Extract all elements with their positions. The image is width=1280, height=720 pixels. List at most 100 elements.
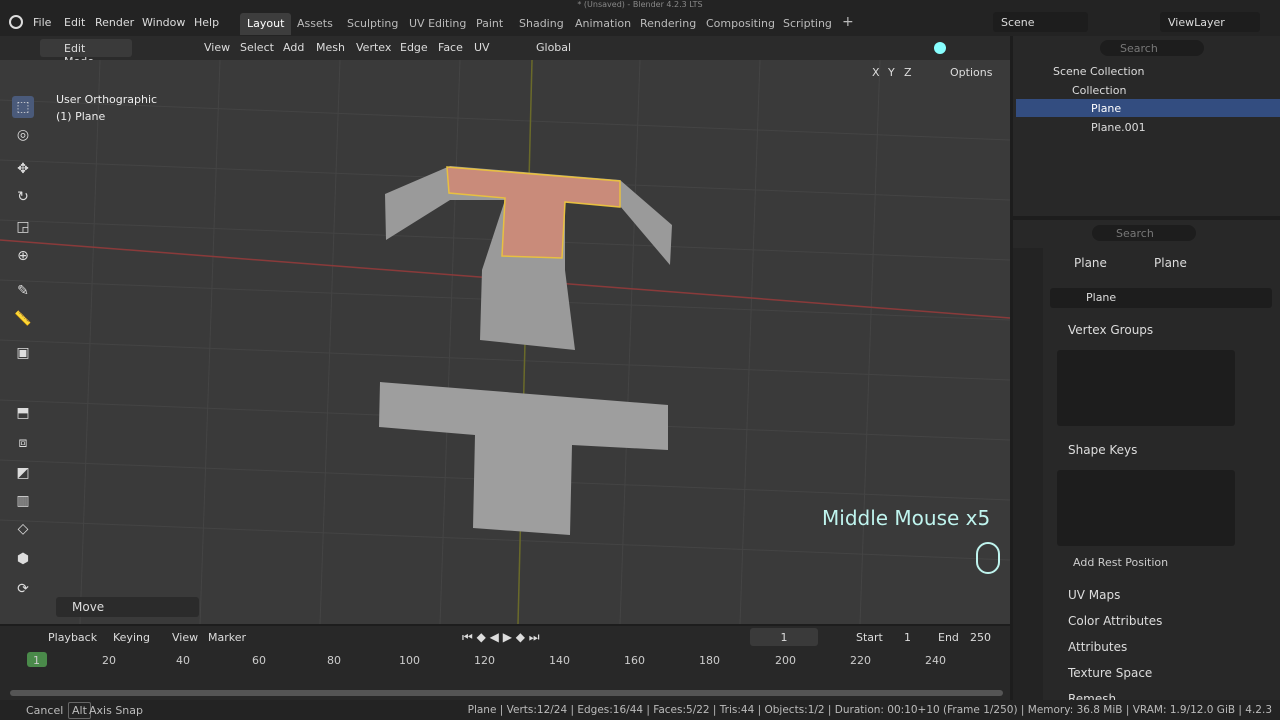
menu-render[interactable]: Render xyxy=(95,16,134,29)
mesh-data-name[interactable]: Plane xyxy=(1050,288,1272,308)
inset-tool-icon[interactable]: ⧈ xyxy=(12,432,34,454)
loop-cut-tool-icon[interactable]: ▥ xyxy=(12,490,34,512)
options-button[interactable]: Options xyxy=(950,66,992,79)
spin-tool-icon[interactable]: ⟳ xyxy=(12,578,34,600)
tick-160: 160 xyxy=(624,654,645,667)
scale-tool-icon[interactable]: ◲ xyxy=(12,216,34,238)
menu-file[interactable]: File xyxy=(33,16,51,29)
window-title: * (Unsaved) - Blender 4.2.3 LTS xyxy=(577,0,703,9)
knife-tool-icon[interactable]: ◇ xyxy=(12,518,34,540)
mirror-z[interactable]: Z xyxy=(904,66,912,79)
tab-layout[interactable]: Layout xyxy=(240,13,292,35)
menu-help[interactable]: Help xyxy=(194,16,219,29)
tab-uv-editing[interactable]: UV Editing xyxy=(402,13,473,35)
scene-collection[interactable]: Scene Collection xyxy=(1053,65,1144,78)
tab-sculpting[interactable]: Sculpting xyxy=(340,13,405,35)
outliner-search[interactable]: Search xyxy=(1100,40,1204,56)
timeline-keying[interactable]: Keying xyxy=(113,631,150,644)
outliner-row-selected[interactable] xyxy=(1016,99,1280,117)
move-tool-icon[interactable]: ✥ xyxy=(12,158,34,180)
tab-rendering[interactable]: Rendering xyxy=(633,13,703,35)
tick-1: 1 xyxy=(33,654,40,667)
breadcrumb-data: Plane xyxy=(1154,256,1187,270)
properties-search[interactable]: Search xyxy=(1092,225,1196,241)
mouse-icon xyxy=(976,542,1000,574)
tick-200: 200 xyxy=(775,654,796,667)
end-frame-field[interactable]: 250 xyxy=(970,631,991,644)
tab-compositing[interactable]: Compositing xyxy=(699,13,782,35)
transform-tool-icon[interactable]: ⊕ xyxy=(12,245,34,267)
rotate-tool-icon[interactable]: ↻ xyxy=(12,186,34,208)
annotate-tool-icon[interactable]: ✎ xyxy=(12,280,34,302)
viewport-grid xyxy=(0,60,1010,624)
menu-edit[interactable]: Edit xyxy=(64,16,85,29)
view-name: User Orthographic xyxy=(56,93,158,106)
start-frame-field[interactable]: 1 xyxy=(904,631,911,644)
add-workspace-icon[interactable]: + xyxy=(835,13,861,35)
panel-remesh[interactable]: Remesh xyxy=(1050,692,1272,700)
cursor-tool-icon[interactable]: ◎ xyxy=(12,124,34,146)
menu-view[interactable]: View xyxy=(204,41,230,54)
active-object-label: (1) Plane xyxy=(56,110,106,123)
menu-uv[interactable]: UV xyxy=(474,41,490,54)
add-rest-position-checkbox[interactable]: Add Rest Position xyxy=(1073,556,1168,569)
properties-tabs[interactable] xyxy=(1013,248,1043,700)
tick-20: 20 xyxy=(102,654,116,667)
menu-window[interactable]: Window xyxy=(142,16,185,29)
extrude-tool-icon[interactable]: ⬒ xyxy=(12,402,34,424)
tick-220: 220 xyxy=(850,654,871,667)
panel-uv-maps[interactable]: UV Maps xyxy=(1050,588,1272,610)
timeline-view[interactable]: View xyxy=(172,631,198,644)
playback-controls-icon[interactable]: ⏮ ◆ ◀ ▶ ◆ ⏭ xyxy=(462,630,540,645)
blender-logo-icon[interactable] xyxy=(9,15,23,29)
tab-paint[interactable]: Paint xyxy=(469,13,510,35)
outliner-object-plane[interactable]: Plane xyxy=(1091,102,1121,115)
scene-statistics: Plane | Verts:12/24 | Edges:16/44 | Face… xyxy=(467,704,1272,716)
tick-100: 100 xyxy=(399,654,420,667)
mirror-x[interactable]: X xyxy=(872,66,880,79)
panel-texture-space[interactable]: Texture Space xyxy=(1050,666,1272,688)
status-axis-snap: Axis Snap xyxy=(89,704,143,717)
tick-240: 240 xyxy=(925,654,946,667)
menu-vertex[interactable]: Vertex xyxy=(356,41,391,54)
panel-vertex-groups[interactable]: Vertex Groups xyxy=(1050,323,1272,345)
breadcrumb-object: Plane xyxy=(1074,256,1107,270)
shape-keys-list[interactable] xyxy=(1057,470,1235,546)
tab-shading[interactable]: Shading xyxy=(512,13,571,35)
poly-build-tool-icon[interactable]: ⬢ xyxy=(12,548,34,570)
current-frame-field[interactable]: 1 xyxy=(750,628,818,646)
bevel-tool-icon[interactable]: ◩ xyxy=(12,462,34,484)
transform-orientation[interactable]: Global xyxy=(536,41,571,54)
mode-selector[interactable]: Edit Mode xyxy=(40,39,132,68)
measure-tool-icon[interactable]: 📏 xyxy=(12,308,34,330)
mirror-y[interactable]: Y xyxy=(888,66,895,79)
tick-80: 80 xyxy=(327,654,341,667)
tick-120: 120 xyxy=(474,654,495,667)
view-layer-selector[interactable]: ViewLayer xyxy=(1160,12,1260,32)
timeline-scrollbar[interactable] xyxy=(10,690,1003,696)
add-cube-tool-icon[interactable]: ▣ xyxy=(12,342,34,364)
tab-animation[interactable]: Animation xyxy=(568,13,638,35)
timeline-marker[interactable]: Marker xyxy=(208,631,246,644)
select-tool-icon[interactable]: ⬚ xyxy=(12,96,34,118)
panel-shape-keys[interactable]: Shape Keys xyxy=(1050,443,1272,465)
menu-face[interactable]: Face xyxy=(438,41,463,54)
menu-select[interactable]: Select xyxy=(240,41,274,54)
last-operator-panel[interactable]: Move xyxy=(56,597,199,617)
vertex-groups-list[interactable] xyxy=(1057,350,1235,426)
menu-edge[interactable]: Edge xyxy=(400,41,428,54)
3d-viewport[interactable] xyxy=(0,60,1010,624)
menu-add[interactable]: Add xyxy=(283,41,304,54)
timeline-playback[interactable]: Playback xyxy=(48,631,97,644)
outliner-object-plane001[interactable]: Plane.001 xyxy=(1091,121,1146,134)
tab-scripting[interactable]: Scripting xyxy=(776,13,839,35)
menu-mesh[interactable]: Mesh xyxy=(316,41,345,54)
tick-40: 40 xyxy=(176,654,190,667)
shading-solid-icon[interactable] xyxy=(934,42,946,54)
tab-assets[interactable]: Assets xyxy=(290,13,340,35)
collection-row[interactable]: Collection xyxy=(1072,84,1126,97)
panel-color-attributes[interactable]: Color Attributes xyxy=(1050,614,1272,636)
scene-selector[interactable]: Scene xyxy=(993,12,1088,32)
panel-attributes[interactable]: Attributes xyxy=(1050,640,1272,662)
status-cancel: Cancel xyxy=(26,704,64,717)
